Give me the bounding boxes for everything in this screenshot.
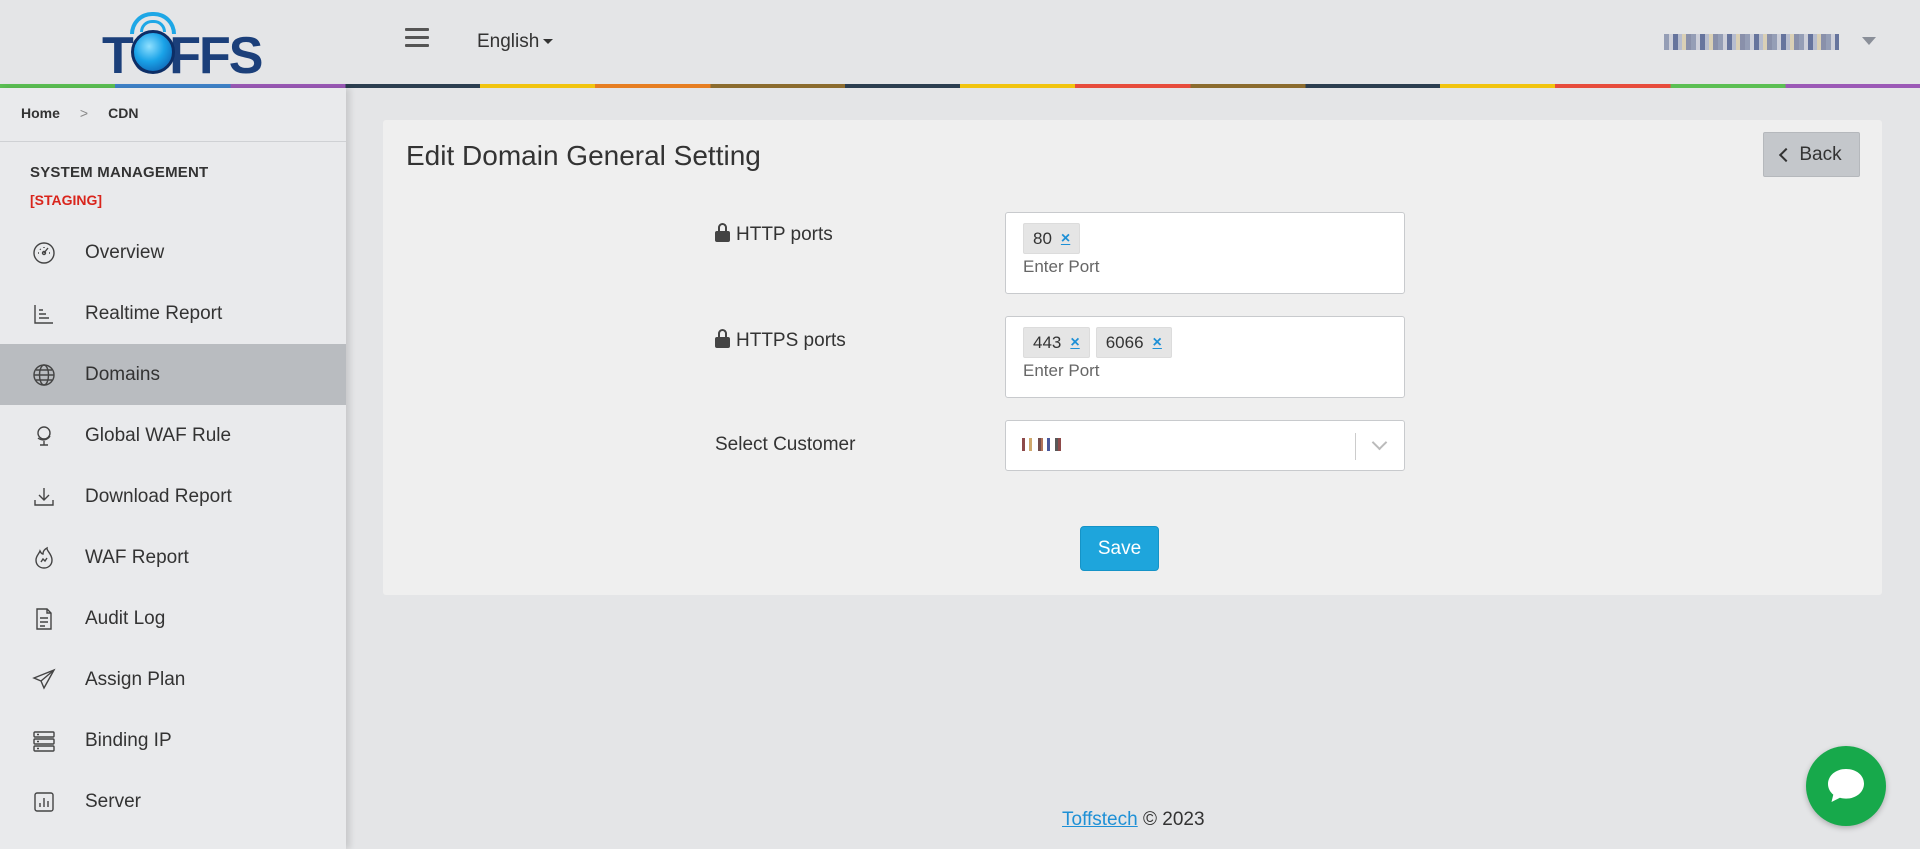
lock-icon [715, 329, 730, 348]
https-port-entry[interactable] [1023, 361, 1323, 381]
sidebar-item-label: Audit Log [85, 607, 166, 629]
sidebar-item-realtime-report[interactable]: Realtime Report [0, 283, 346, 344]
sidebar-item-label: Domains [85, 363, 160, 385]
customer-value-redacted [1022, 438, 1062, 451]
breadcrumb: Home > CDN [0, 88, 346, 142]
sidebar-item-binding-ip[interactable]: Binding IP [0, 710, 346, 771]
environment-badge: [STAGING] [30, 192, 103, 208]
port-tag-value: 6066 [1105, 332, 1144, 352]
sidebar-item-label: Download Report [85, 485, 232, 507]
toffs-logo[interactable]: TOFFS [100, 8, 263, 85]
bar-chart-icon [30, 300, 58, 328]
user-email-redacted [1664, 34, 1839, 50]
back-button[interactable]: Back [1763, 132, 1860, 177]
flame-icon [30, 544, 58, 572]
hamburger-menu-icon[interactable] [405, 28, 429, 52]
sidebar-item-overview[interactable]: Overview [0, 222, 346, 283]
sidebar-item-label: Global WAF Rule [85, 424, 232, 446]
back-button-label: Back [1799, 143, 1842, 165]
save-button[interactable]: Save [1080, 526, 1159, 571]
sidebar-item-waf-report[interactable]: WAF Report [0, 527, 346, 588]
customer-label: Select Customer [715, 434, 856, 455]
chevron-down-icon [1371, 434, 1388, 451]
globe-stand-icon [30, 422, 58, 450]
caret-down-icon [543, 39, 554, 45]
user-account-menu[interactable] [1664, 34, 1840, 50]
footer-company-link[interactable]: Toffstech [1062, 809, 1138, 830]
select-separator [1355, 433, 1356, 460]
sidebar-item-audit-log[interactable]: Audit Log [0, 588, 346, 649]
sidebar: Home > CDN SYSTEM MANAGEMENT [STAGING] Ove… [0, 88, 346, 849]
sidebar-item-label: Server [85, 790, 141, 812]
lock-icon [715, 223, 730, 242]
port-tag: 443 × [1023, 327, 1090, 358]
sidebar-item-server[interactable]: Server [0, 771, 346, 832]
remove-tag-icon[interactable]: × [1070, 334, 1079, 352]
https-ports-label-text: HTTPS ports [736, 330, 846, 351]
sidebar-item-assign-plan[interactable]: Assign Plan [0, 649, 346, 710]
sidebar-item-global-waf-rule[interactable]: Global WAF Rule [0, 405, 346, 466]
http-ports-input[interactable]: 80 × [1005, 212, 1405, 294]
sidebar-item-label: Binding IP [85, 729, 172, 751]
sidebar-item-label: Realtime Report [85, 302, 223, 324]
section-title: SYSTEM MANAGEMENT [30, 164, 209, 181]
footer-copyright: © 2023 [1142, 809, 1205, 830]
port-tag-value: 80 [1033, 228, 1052, 248]
http-ports-label-text: HTTP ports [736, 224, 833, 245]
https-ports-label: HTTPS ports [715, 329, 846, 352]
port-tag-value: 443 [1033, 332, 1062, 352]
download-icon [30, 483, 58, 511]
breadcrumb-cdn[interactable]: CDN [108, 105, 138, 121]
sidebar-item-label: Overview [85, 241, 165, 263]
chevron-left-icon [1779, 147, 1794, 162]
port-tag: 6066 × [1095, 327, 1172, 358]
logo-globe-icon [131, 30, 175, 74]
chat-bubble-icon [1828, 769, 1864, 802]
edit-domain-card: Edit Domain General Setting Back HTTP po… [383, 120, 1882, 595]
paper-plane-icon [30, 666, 58, 694]
user-dropdown-caret-icon[interactable] [1862, 37, 1876, 45]
https-ports-input[interactable]: 443 × 6066 × [1005, 316, 1405, 398]
remove-tag-icon[interactable]: × [1153, 334, 1162, 352]
chart-square-icon [30, 788, 58, 816]
logo-text: TOFFS [102, 27, 263, 85]
footer: Toffstech © 2023 [1062, 809, 1205, 831]
document-icon [30, 605, 58, 633]
sidebar-item-label: WAF Report [85, 546, 189, 568]
http-port-entry[interactable] [1023, 257, 1323, 277]
http-ports-label: HTTP ports [715, 223, 833, 246]
remove-tag-icon[interactable]: × [1061, 230, 1070, 248]
dashboard-gauge-icon [30, 239, 58, 267]
breadcrumb-home[interactable]: Home [21, 105, 60, 121]
sidebar-item-download-report[interactable]: Download Report [0, 466, 346, 527]
https-ports-tags: 443 × 6066 × [1023, 327, 1404, 358]
top-header: TOFFS English [0, 0, 1920, 88]
sidebar-item-domains[interactable]: Domains [0, 344, 346, 405]
language-label: English [477, 31, 540, 52]
server-stack-icon [30, 727, 58, 755]
customer-select[interactable] [1005, 420, 1405, 471]
page-title: Edit Domain General Setting [406, 140, 761, 171]
sidebar-menu: Overview Realtime Report Domains Global … [0, 222, 346, 832]
http-ports-tags: 80 × [1023, 223, 1404, 254]
breadcrumb-separator-icon: > [79, 105, 89, 121]
globe-icon [30, 361, 58, 389]
port-tag: 80 × [1023, 223, 1081, 254]
language-dropdown[interactable]: English [477, 31, 554, 53]
chat-widget-button[interactable] [1806, 746, 1886, 826]
sidebar-item-label: Assign Plan [85, 668, 186, 690]
